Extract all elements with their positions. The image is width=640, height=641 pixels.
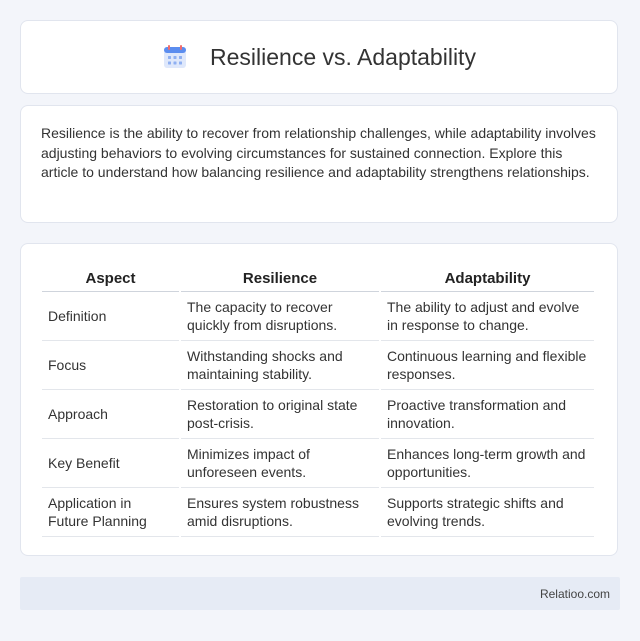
adaptability-cell: Supports strategic shifts and evolving t… [381,488,594,537]
table-row: Key Benefit Minimizes impact of unforese… [42,439,594,488]
resilience-cell: Withstanding shocks and maintaining stab… [181,341,379,390]
footer-bar: Relatioo.com [20,577,620,610]
footer-brand-link[interactable]: Relatioo.com [540,587,610,601]
table-row: Approach Restoration to original state p… [42,390,594,439]
adaptability-cell: Enhances long-term growth and opportunit… [381,439,594,488]
table-row: Application in Future Planning Ensures s… [42,488,594,537]
comparison-card: Aspect Resilience Adaptability Definitio… [20,243,618,556]
comparison-table: Aspect Resilience Adaptability Definitio… [40,266,596,537]
adaptability-cell: The ability to adjust and evolve in resp… [381,292,594,341]
aspect-cell: Key Benefit [42,439,179,488]
aspect-cell: Focus [42,341,179,390]
aspect-cell: Definition [42,292,179,341]
header-aspect: Aspect [42,266,179,292]
table-row: Focus Withstanding shocks and maintainin… [42,341,594,390]
header-adaptability: Adaptability [381,266,594,292]
aspect-cell: Application in Future Planning [42,488,179,537]
resilience-cell: The capacity to recover quickly from dis… [181,292,379,341]
intro-card: Resilience is the ability to recover fro… [20,105,618,223]
aspect-cell: Approach [42,390,179,439]
adaptability-cell: Continuous learning and flexible respons… [381,341,594,390]
title-card: Resilience vs. Adaptability [20,20,618,94]
intro-text: Resilience is the ability to recover fro… [41,125,596,180]
calendar-icon [164,45,187,68]
adaptability-cell: Proactive transformation and innovation. [381,390,594,439]
resilience-cell: Ensures system robustness amid disruptio… [181,488,379,537]
resilience-cell: Minimizes impact of unforeseen events. [181,439,379,488]
table-row: Definition The capacity to recover quick… [42,292,594,341]
table-header-row: Aspect Resilience Adaptability [42,266,594,292]
page-title: Resilience vs. Adaptability [210,43,476,70]
resilience-cell: Restoration to original state post-crisi… [181,390,379,439]
header-resilience: Resilience [181,266,379,292]
